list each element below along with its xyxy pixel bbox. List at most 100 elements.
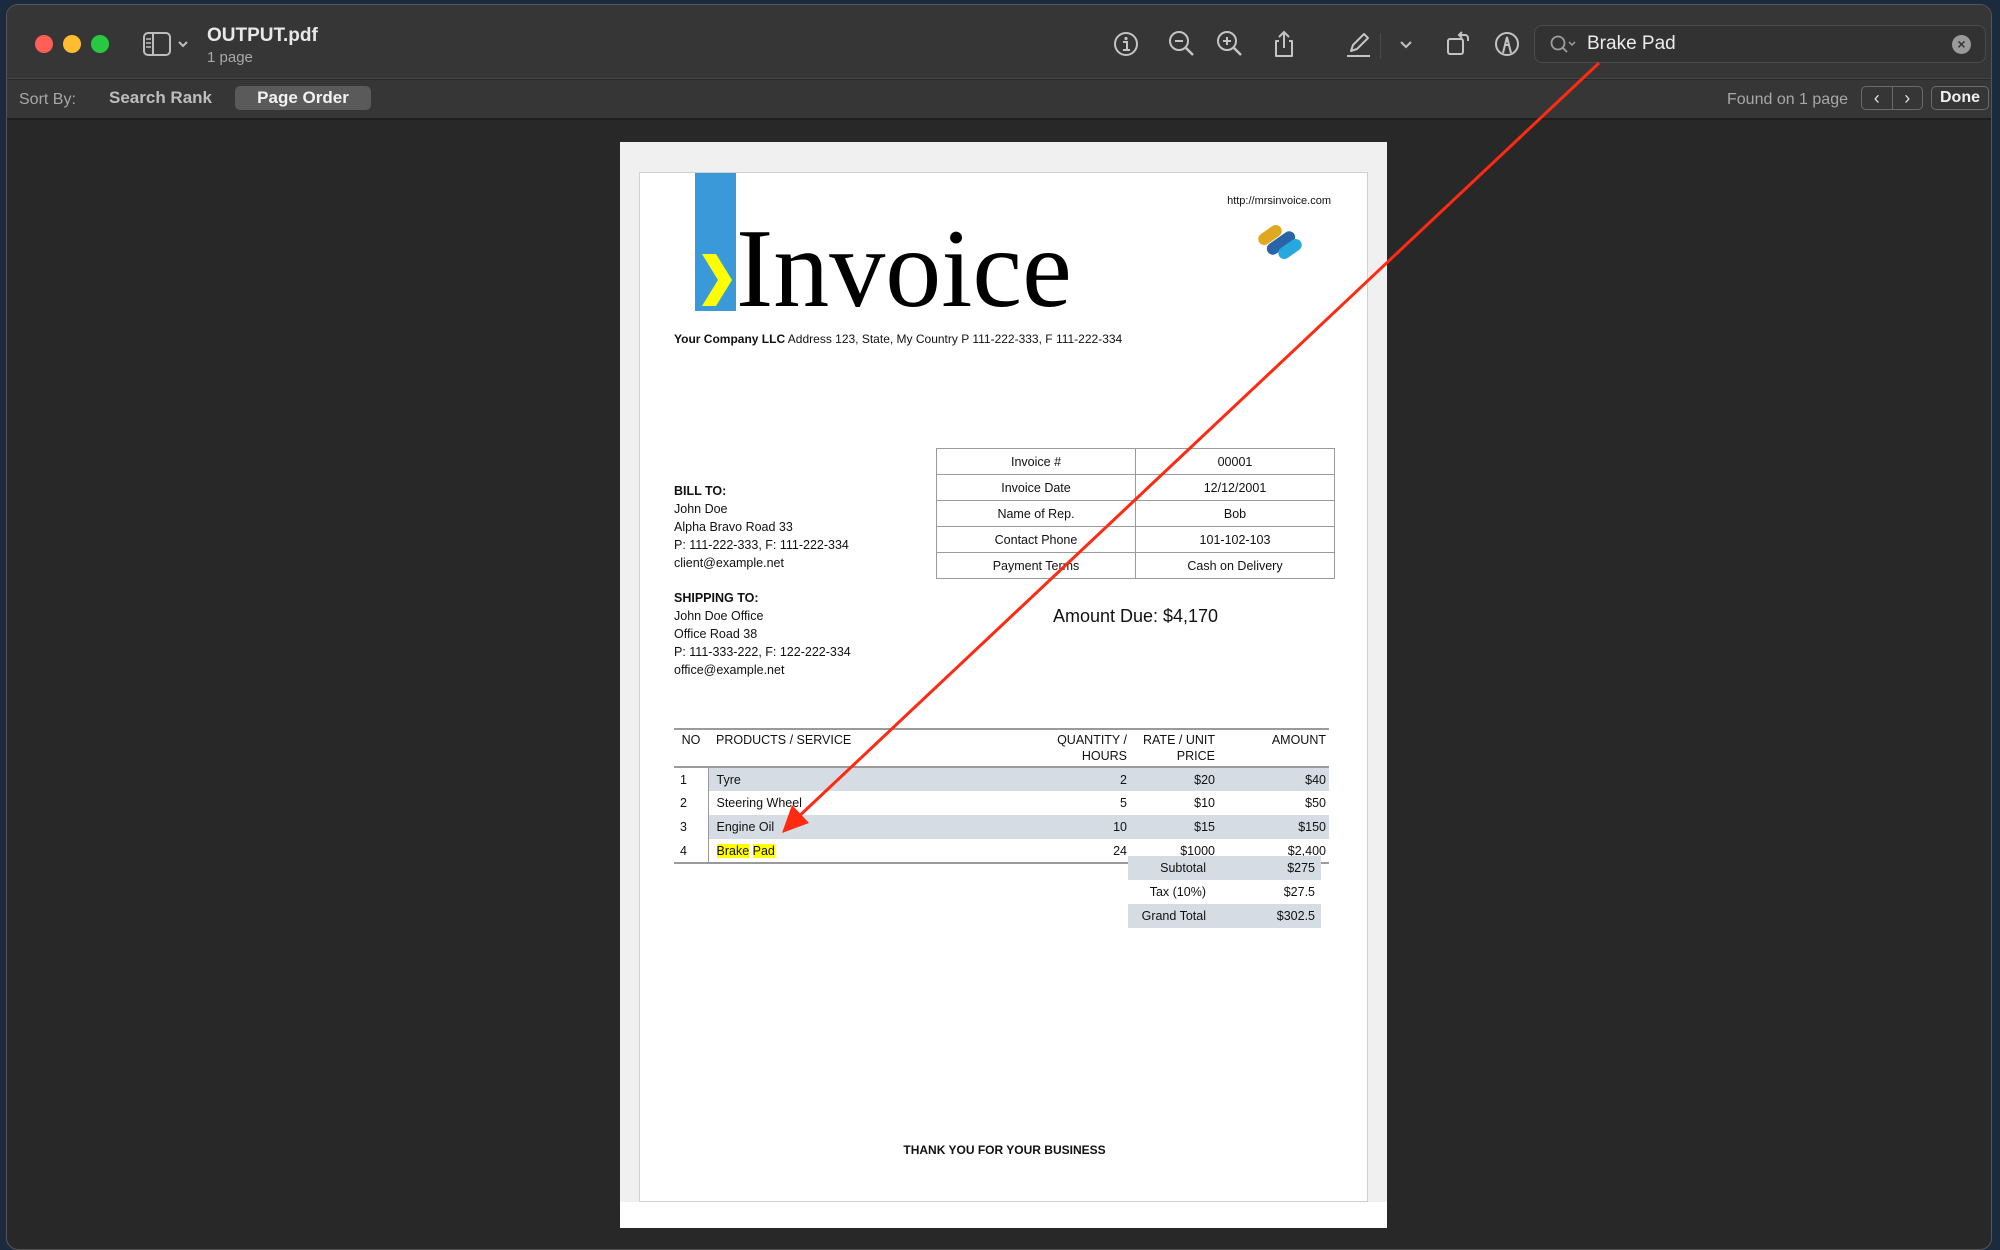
item-qty: 24 — [1021, 839, 1131, 864]
item-no: 3 — [680, 820, 687, 834]
col-header-quantity-line1: QUANTITY / — [1057, 733, 1127, 747]
highlight-pen-icon[interactable] — [1343, 29, 1373, 59]
meta-value: Bob — [1135, 500, 1335, 527]
sidebar-toggle-button[interactable] — [143, 31, 195, 59]
item-qty: 5 — [1120, 796, 1127, 810]
meta-value: 00001 — [1135, 448, 1335, 475]
chevron-right-icon — [702, 254, 732, 306]
totals-value: $275 — [1214, 856, 1321, 880]
next-result-button[interactable]: › — [1893, 87, 1923, 109]
col-header-no: NO — [674, 728, 708, 768]
meta-row: Payment Terms Cash on Delivery — [936, 552, 1335, 579]
totals-label: Tax (10%) — [1149, 885, 1206, 899]
chevron-down-icon[interactable] — [1391, 29, 1421, 59]
sort-search-rank-button[interactable]: Search Rank — [89, 86, 232, 110]
invoice-document: Invoice http://mrsinvoice.com Your Compa… — [639, 172, 1368, 1202]
col-header-quantity-line2: HOURS — [1081, 749, 1127, 763]
item-product: Engine Oil — [707, 815, 1021, 839]
shipping-to-line: John Doe Office — [674, 609, 764, 623]
table-header-row: NO PRODUCTS / SERVICE QUANTITY / HOURS RA… — [674, 728, 1329, 768]
search-results-bar: Sort By: Search Rank Page Order Found on… — [7, 80, 1991, 120]
col-header-rate-line2: PRICE — [1176, 749, 1215, 763]
zoom-in-icon[interactable] — [1215, 29, 1245, 59]
shipping-to-heading: SHIPPING TO: — [674, 591, 759, 605]
company-url: http://mrsinvoice.com — [1227, 195, 1331, 207]
bill-to-line: John Doe — [674, 502, 728, 516]
company-logo-icon — [1258, 224, 1302, 260]
zoom-out-icon[interactable] — [1167, 29, 1197, 59]
minimize-window-button[interactable] — [63, 35, 81, 53]
item-no: 1 — [680, 772, 687, 787]
meta-label: Invoice # — [936, 448, 1136, 475]
col-header-rate-line1: RATE / UNIT — [1143, 733, 1215, 747]
company-details: Your Company LLC Address 123, State, My … — [674, 332, 1122, 346]
clear-search-icon[interactable]: × — [1952, 35, 1971, 54]
item-qty: 10 — [1021, 815, 1131, 839]
item-qty: 2 — [1021, 767, 1131, 791]
sort-page-order-button[interactable]: Page Order — [235, 86, 371, 110]
item-rate: $10 — [1194, 796, 1215, 810]
table-row: 2 Steering Wheel 5 $10 $50 — [674, 791, 1329, 815]
pdf-page[interactable]: Invoice http://mrsinvoice.com Your Compa… — [620, 142, 1387, 1228]
bill-to-line: Alpha Bravo Road 33 — [674, 520, 793, 534]
markup-icon[interactable] — [1492, 29, 1522, 59]
result-navigation: ‹ › — [1861, 86, 1923, 110]
meta-value: 12/12/2001 — [1135, 474, 1335, 501]
meta-row: Contact Phone 101-102-103 — [936, 526, 1335, 553]
totals-label: Grand Total — [1128, 904, 1214, 928]
totals-row: Grand Total $302.5 — [1128, 904, 1321, 928]
sidebar-icon — [143, 32, 188, 56]
item-no: 2 — [680, 796, 687, 810]
search-field[interactable]: × — [1534, 25, 1986, 63]
item-product: Tyre — [707, 767, 1021, 791]
title-bar: OUTPUT.pdf 1 page Brake Pad × — [7, 5, 1991, 79]
shipping-to-line: Office Road 38 — [674, 627, 758, 641]
item-amount: $40 — [1219, 767, 1329, 791]
meta-label: Contact Phone — [936, 526, 1136, 553]
meta-label: Invoice Date — [936, 474, 1136, 501]
meta-value: 101-102-103 — [1135, 526, 1335, 553]
search-icon[interactable] — [1549, 34, 1579, 56]
totals-row: Tax (10%) $27.5 — [1128, 880, 1321, 904]
item-product: Brake Pad — [707, 839, 1021, 864]
company-name: Your Company LLC — [674, 332, 786, 346]
line-items-table: NO PRODUCTS / SERVICE QUANTITY / HOURS RA… — [674, 728, 1329, 864]
shipping-to-line: office@example.net — [674, 663, 785, 677]
item-amount: $150 — [1219, 815, 1329, 839]
item-no: 4 — [674, 839, 708, 864]
meta-row: Invoice #00001 — [936, 448, 1335, 475]
invoice-meta-table: Invoice #00001 Invoice Date 12/12/2001 Na… — [936, 448, 1335, 579]
fullscreen-window-button[interactable] — [91, 35, 109, 53]
totals-table: Subtotal $275 Tax (10%) $27.5 Grand Total $… — [1128, 856, 1321, 928]
info-icon[interactable] — [1111, 29, 1141, 59]
meta-row: Invoice Date 12/12/2001 — [936, 474, 1335, 501]
company-address: Address 123, State, My Country P 111-222… — [785, 332, 1123, 346]
search-input[interactable] — [1587, 33, 1927, 55]
totals-value: $27.5 — [1283, 885, 1315, 899]
rotate-icon[interactable] — [1443, 29, 1473, 59]
share-icon[interactable] — [1269, 29, 1299, 59]
bill-to-line: P: 111-222-333, F: 111-222-334 — [674, 538, 849, 552]
meta-row: Name of Rep. Bob — [936, 500, 1335, 527]
meta-label: Payment Terms — [936, 552, 1136, 579]
totals-value: $302.5 — [1214, 904, 1321, 928]
col-header-quantity: QUANTITY / HOURS — [1021, 728, 1131, 768]
totals-row: Subtotal $275 — [1128, 856, 1321, 880]
bill-to-heading: BILL TO: — [674, 484, 727, 498]
done-button[interactable]: Done — [1931, 86, 1989, 110]
meta-value: Cash on Delivery — [1135, 552, 1335, 579]
item-product: Steering Wheel — [707, 791, 1021, 815]
col-header-rate: RATE / UNIT PRICE — [1131, 728, 1219, 768]
item-rate: $20 — [1131, 767, 1219, 791]
previous-result-button[interactable]: ‹ — [1862, 87, 1893, 109]
preview-window: OUTPUT.pdf 1 page Brake Pad × Sort By: S… — [6, 4, 1992, 1250]
shipping-to-block: SHIPPING TO: John Doe Office Office Road… — [674, 589, 851, 679]
item-amount: $50 — [1305, 796, 1326, 810]
totals-label: Subtotal — [1128, 856, 1214, 880]
page-count: 1 page — [207, 49, 253, 66]
search-match-highlight[interactable]: Pad — [752, 843, 775, 858]
table-row: 1 Tyre 2 $20 $40 — [674, 767, 1329, 791]
search-match-highlight[interactable]: Brake — [716, 843, 750, 858]
close-window-button[interactable] — [35, 35, 53, 53]
sort-by-label: Sort By: — [19, 91, 76, 108]
